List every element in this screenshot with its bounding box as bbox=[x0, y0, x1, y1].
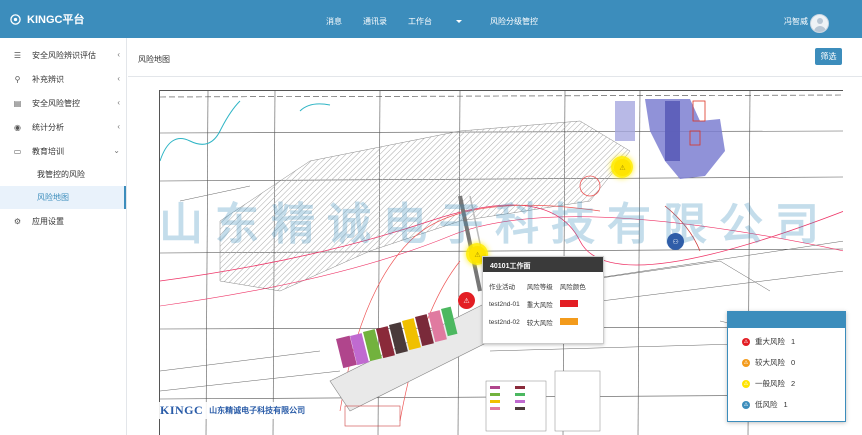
legend-label: 重大风险 bbox=[755, 337, 785, 346]
legend-label: 一般风险 bbox=[755, 379, 785, 388]
chevron-down-icon: ⌄ bbox=[113, 146, 120, 155]
popup-title: 40101工作面 bbox=[483, 257, 603, 272]
header-divider bbox=[128, 76, 862, 77]
popup-header-row: 作业活动 风险等级 风险颜色 bbox=[489, 277, 593, 295]
nav-workbench-label: 工作台 bbox=[408, 17, 432, 26]
user-name[interactable]: 冯智威 bbox=[784, 16, 808, 27]
table-row: test2nd-02 较大风险 bbox=[489, 313, 593, 331]
popup-cell-activity: test2nd-01 bbox=[489, 300, 520, 308]
brand[interactable]: KINGC平台 bbox=[10, 11, 84, 27]
sidebar-item-statistics[interactable]: ◉ 统计分析 ‹ bbox=[0, 115, 126, 139]
risk-color-swatch bbox=[559, 318, 578, 326]
caret-down-icon bbox=[456, 20, 462, 24]
logo-company-name: 山东精诚电子科技有限公司 bbox=[209, 406, 306, 415]
popup-cell-level: 较大风险 bbox=[526, 320, 553, 327]
popup-table: 作业活动 风险等级 风险颜色 test2nd-01 重大风险 test2nd-0… bbox=[489, 277, 593, 331]
sidebar-item-label: 安全风险管控 bbox=[32, 98, 80, 108]
folder-icon: ▤ bbox=[13, 98, 22, 108]
top-bar: KINGC平台 消息 通讯录 工作台 风险分级管控 冯智威 bbox=[0, 0, 862, 38]
low-risk-marker[interactable]: ⚇ bbox=[667, 233, 684, 250]
legend-count: 1 bbox=[783, 400, 788, 409]
sidebar-item-supplement[interactable]: ⚲ 补充辨识 ‹ bbox=[0, 67, 126, 91]
table-row: test2nd-01 重大风险 bbox=[489, 295, 593, 313]
logo-mark: KINGC bbox=[160, 403, 204, 417]
sidebar-item-label: 教育培训 bbox=[32, 146, 64, 156]
sidebar-item-risk-control[interactable]: ▤ 安全风险管控 ‹ bbox=[0, 91, 126, 115]
popup-col-level: 风险等级 bbox=[526, 284, 553, 291]
antenna-icon: ⚲ bbox=[14, 74, 21, 84]
brand-title: KINGC平台 bbox=[27, 14, 85, 26]
legend-header bbox=[728, 312, 845, 328]
chevron-left-icon: ‹ bbox=[117, 98, 120, 107]
legend-label: 低风险 bbox=[755, 400, 778, 409]
page-title: 风险地图 bbox=[138, 55, 170, 64]
risk-legend: ⚠ 重大风险 1 ⚠ 较大风险 0 ⚠ 一般风险 2 ⚠ 低风险 1 bbox=[727, 311, 846, 422]
nav-workbench[interactable]: 工作台 bbox=[408, 16, 462, 27]
risk-color-swatch bbox=[559, 300, 578, 308]
sidebar-subitem-my-risks[interactable]: 我管控的风险 bbox=[0, 163, 126, 186]
company-logo: KINGC 山东精诚电子科技有限公司 bbox=[157, 402, 309, 419]
brand-icon bbox=[10, 13, 21, 25]
high-risk-icon: ⚠ bbox=[742, 358, 750, 367]
workface-popup: 40101工作面 作业活动 风险等级 风险颜色 test2nd-01 重大风险 … bbox=[482, 256, 604, 344]
chevron-left-icon: ‹ bbox=[117, 122, 120, 131]
popup-col-activity: 作业活动 bbox=[489, 284, 515, 291]
sidebar-item-label: 安全风险辨识评估 bbox=[32, 50, 96, 60]
popup-cell-color bbox=[559, 313, 593, 331]
filter-button[interactable]: 筛选 bbox=[815, 48, 842, 65]
chevron-left-icon: ‹ bbox=[117, 74, 120, 83]
sidebar-item-label: 应用设置 bbox=[32, 216, 64, 226]
nav-messages[interactable]: 消息 bbox=[326, 16, 342, 27]
legend-item-major[interactable]: ⚠ 重大风险 1 bbox=[728, 331, 845, 352]
top-nav: 消息 通讯录 工作台 风险分级管控 bbox=[326, 16, 559, 27]
nav-risk-control[interactable]: 风险分级管控 bbox=[490, 16, 538, 27]
popup-cell-color bbox=[559, 295, 593, 313]
sidebar-item-settings[interactable]: ⚙ 应用设置 bbox=[0, 209, 126, 233]
low-risk-icon: ⚠ bbox=[742, 400, 750, 409]
sidebar-item-label: 统计分析 bbox=[32, 122, 64, 132]
legend-item-high[interactable]: ⚠ 较大风险 0 bbox=[728, 352, 845, 373]
general-risk-icon: ⚠ bbox=[742, 379, 750, 388]
sidebar-item-training[interactable]: ▭ 教育培训 ⌄ bbox=[0, 139, 126, 163]
popup-cell-activity: test2nd-02 bbox=[489, 318, 520, 326]
general-risk-marker-top[interactable]: ⚠ bbox=[614, 159, 631, 176]
legend-item-general[interactable]: ⚠ 一般风险 2 bbox=[728, 373, 845, 394]
sidebar: ☰ 安全风险辨识评估 ‹ ⚲ 补充辨识 ‹ ▤ 安全风险管控 ‹ ◉ 统计分析 … bbox=[0, 38, 127, 435]
major-risk-marker[interactable]: ⚠ bbox=[458, 292, 475, 309]
chevron-left-icon: ‹ bbox=[117, 50, 120, 59]
monitor-icon: ▭ bbox=[13, 146, 22, 156]
legend-count: 2 bbox=[791, 379, 796, 388]
list-icon: ☰ bbox=[13, 50, 22, 60]
gear-icon: ⚙ bbox=[13, 216, 22, 226]
sidebar-item-label: 补充辨识 bbox=[32, 74, 64, 84]
sidebar-subitem-risk-map[interactable]: 风险地图 bbox=[0, 186, 126, 209]
popup-cell-level: 重大风险 bbox=[526, 302, 553, 309]
eye-icon: ◉ bbox=[14, 122, 21, 132]
major-risk-icon: ⚠ bbox=[742, 337, 750, 346]
popup-col-color: 风险颜色 bbox=[559, 284, 586, 291]
nav-contacts[interactable]: 通讯录 bbox=[363, 16, 387, 27]
avatar[interactable] bbox=[810, 14, 829, 33]
legend-count: 1 bbox=[791, 337, 796, 346]
sidebar-item-risk-assessment[interactable]: ☰ 安全风险辨识评估 ‹ bbox=[0, 43, 126, 67]
legend-label: 较大风险 bbox=[755, 358, 785, 367]
legend-item-low[interactable]: ⚠ 低风险 1 bbox=[728, 394, 845, 415]
legend-count: 0 bbox=[791, 358, 796, 367]
